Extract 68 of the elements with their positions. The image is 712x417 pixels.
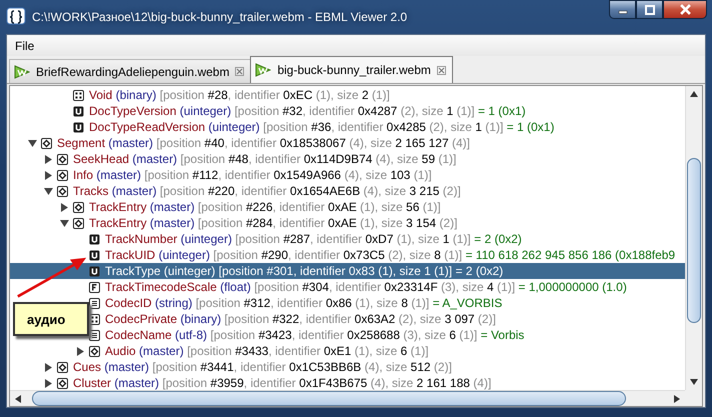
close-icon (680, 4, 690, 15)
u-symbol-icon (73, 122, 84, 132)
webm-file-icon (14, 64, 30, 80)
tree-item-label[interactable]: Segment (master) [position #40, identifier 0x18538067 (4), size 2 165 127 (4)] (57, 136, 470, 150)
tree-item-label[interactable]: Info (master) [position #112, identifier 0x1549A966 (4), size 103 (1)] (73, 168, 432, 182)
tree-item-label[interactable]: TrackNumber (uinteger) [position #287, identifier 0xD7 (1), size 1 (1)] = 2 (0x2) (105, 232, 522, 246)
diamond-icon (73, 218, 84, 228)
diamond-icon (57, 170, 68, 180)
maximize-icon (644, 4, 654, 14)
expand-icon[interactable] (60, 202, 69, 212)
lines-icon (89, 330, 100, 340)
u-symbol-icon (89, 250, 100, 260)
tree-item-label[interactable]: DocTypeReadVersion (uinteger) [position #36, identifier 0x4285 (2), size 1 (1)] = 1 (0x1) (89, 120, 554, 134)
u-symbol-icon (89, 266, 100, 276)
tab[interactable]: big-buck-bunny_trailer.webm (250, 56, 453, 83)
lines-icon (89, 298, 100, 308)
braces-icon (6, 7, 26, 27)
close-button[interactable] (663, 0, 707, 19)
u-symbol-icon (89, 234, 100, 244)
grid-icon (73, 90, 84, 100)
minimize-button[interactable] (609, 0, 636, 19)
arrow (16, 255, 88, 300)
diamond-icon (57, 186, 68, 196)
expand-icon[interactable] (44, 378, 53, 388)
webm-file-icon (255, 62, 272, 78)
tree-item-label[interactable]: CodecName (utf-8) [position #3423, identifier 0x258688 (3), size 6 (1)] = Vorbis (105, 328, 524, 342)
scrollbar-thumb[interactable] (687, 158, 701, 324)
tree-item-label[interactable]: CodecPrivate (binary) [position #322, identifier 0x63A2 (2), size 3 097 (2)] (105, 312, 496, 326)
collapse-icon[interactable] (28, 138, 37, 148)
expand-icon[interactable] (44, 154, 53, 164)
tree-item-label[interactable]: Audio (master) [position #3433, identifier 0xE1 (1), size 6 (1)] (105, 344, 429, 358)
selected-row[interactable]: TrackType (uinteger) [position #301, identifier 0x83 (1), size 1 (1)] = 2 (0x2) (10, 263, 685, 279)
tree-item-label[interactable]: Void (binary) [position #28, identifier 0xEC (1), size 2 (1)] (89, 88, 390, 102)
expand-icon[interactable] (76, 346, 85, 356)
tree-item-label[interactable]: TrackEntry (master) [position #284, identifier 0xAE (1), size 3 154 (2)] (89, 216, 458, 230)
maximize-button[interactable] (636, 0, 663, 19)
diamond-icon (89, 346, 100, 356)
tree-item-label[interactable]: TrackTimecodeScale (float) [position #304, identifier 0x23314F (3), size 4 (1)] = 1,000000000 (1.0) (105, 280, 627, 294)
tree-item-label[interactable]: DocTypeVersion (uinteger) [position #32, identifier 0x4287 (2), size 1 (1)] = 1 (0x1) (89, 104, 526, 118)
diamond-icon (57, 154, 68, 164)
annotation-note: аудио (13, 302, 89, 336)
tree-item-label[interactable]: SeekHead (master) [position #48, identifier 0x114D9B74 (4), size 59 (1)] (73, 152, 456, 166)
collapse-icon[interactable] (60, 218, 69, 228)
vertical-scrollbar[interactable] (685, 86, 702, 390)
tree-item-label[interactable]: Cluster (master) [position #3959, identifier 0x1F43B675 (4), size 2 161 188 (4)] (73, 376, 492, 390)
tree-item-label[interactable]: Cues (master) [position #3441, identifier 0x1C53BB6B (4), size 512 (2)] (73, 360, 452, 374)
menu-item[interactable]: File (12, 36, 38, 54)
close-icon[interactable] (436, 66, 446, 74)
diamond-icon (57, 378, 68, 388)
tree-item-label[interactable]: CodecID (string) [position #312, identifier 0x86 (1), size 8 (1)] = A_VORBIS (105, 296, 502, 310)
horizontal-scrollbar[interactable] (10, 390, 685, 406)
collapse-icon[interactable] (44, 186, 53, 196)
tab[interactable]: BriefRewardingAdeliepenguin.webm (9, 59, 252, 83)
window-title: C:\!WORK\Разное\12\big-buck-bunny_trailer.webm - EBML Viewer 2.0 (32, 10, 408, 24)
tree-item-label[interactable]: TrackUID (uinteger) [position #290, identifier 0x73C5 (2), size 8 (1)] = 110 618 262 945 856 186 (0x188feb9 (105, 248, 676, 262)
f-symbol-icon (89, 282, 100, 292)
diamond-icon (41, 138, 52, 148)
u-symbol-icon (73, 106, 84, 116)
close-icon[interactable] (235, 67, 244, 76)
diamond-icon (57, 362, 68, 372)
tree-item-label[interactable]: TrackEntry (master) [position #226, identifier 0xAE (1), size 56 (1)] (89, 200, 441, 214)
scrollbar-thumb[interactable] (32, 391, 626, 406)
expand-icon[interactable] (44, 170, 53, 180)
diamond-icon (73, 202, 84, 212)
tree-item-label[interactable]: Tracks (master) [position #220, identifier 0x1654AE6B (4), size 3 215 (2)] (73, 184, 461, 198)
expand-icon[interactable] (44, 362, 53, 372)
tree-item-label[interactable]: TrackType (uinteger) [position #301, identifier 0x83 (1), size 1 (1)] = 2 (0x2) (105, 264, 504, 278)
grid-icon (89, 314, 100, 324)
